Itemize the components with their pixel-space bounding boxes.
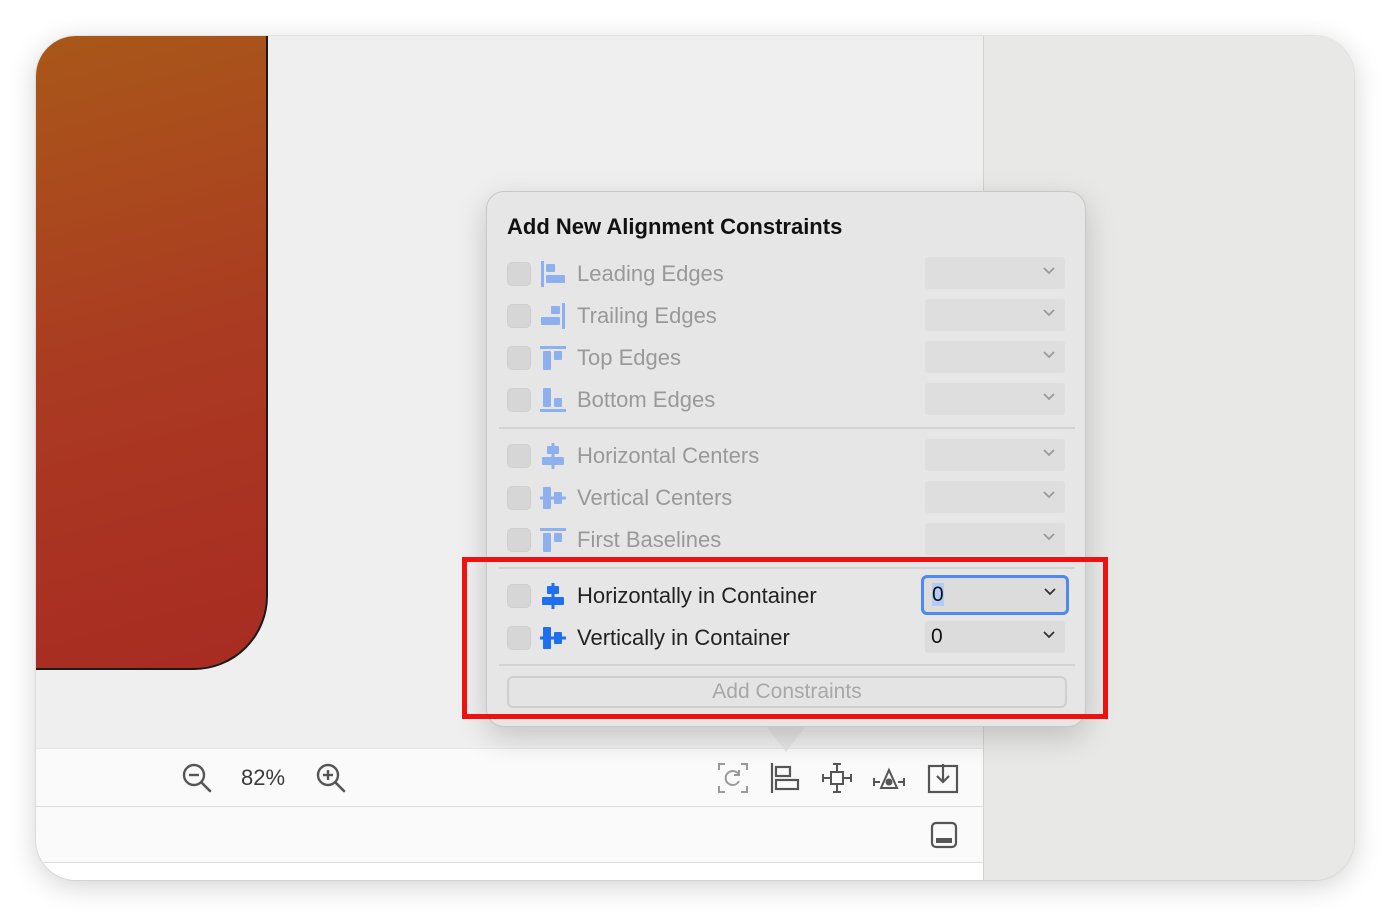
row-label: Trailing Edges [577,303,717,328]
device-preview [36,36,268,670]
canvas-bottom-bar: 82% [36,748,983,806]
row-label: First Baselines [577,527,722,552]
add-constraints-icon[interactable] [820,761,854,795]
first-baselines-select[interactable] [925,523,1065,555]
align-icon[interactable] [768,761,802,795]
embed-in-icon[interactable] [926,761,960,795]
row-vertical-centers: Vertical Centers [507,481,1065,515]
leading-edges-checkbox[interactable] [507,262,531,286]
horizontal-centers-icon [542,443,564,469]
debug-area-icon[interactable] [928,819,960,851]
highlight-box [462,557,1108,719]
vertical-centers-icon [540,487,566,509]
vertical-centers-select[interactable] [925,481,1065,513]
trailing-edges-checkbox[interactable] [507,304,531,328]
zoom-in-icon[interactable] [314,761,348,795]
horizontal-centers-checkbox[interactable] [507,444,531,468]
top-edges-select[interactable] [925,341,1065,373]
row-horizontal-centers: Horizontal Centers [507,439,1065,473]
first-baselines-checkbox[interactable] [507,528,531,552]
first-baselines-icon [540,528,566,552]
row-trailing-edges: Trailing Edges [507,299,1065,333]
leading-edges-select[interactable] [925,257,1065,289]
resolve-issues-icon[interactable] [872,761,906,795]
divider [499,427,1075,429]
row-top-edges: Top Edges [507,341,1065,375]
row-bottom-edges: Bottom Edges [507,383,1065,417]
row-label: Top Edges [577,345,681,370]
bottom-edges-checkbox[interactable] [507,388,531,412]
trailing-edges-icon [541,303,565,329]
horizontal-centers-select[interactable] [925,439,1065,471]
row-label: Leading Edges [577,261,724,286]
bottom-edges-icon [540,388,566,412]
trailing-edges-select[interactable] [925,299,1065,331]
row-label: Horizontal Centers [577,443,760,468]
popover-title: Add New Alignment Constraints [507,214,843,239]
debug-bar [36,806,983,863]
leading-edges-icon [541,261,565,287]
top-edges-checkbox[interactable] [507,346,531,370]
debug-area [36,863,983,880]
zoom-out-icon[interactable] [180,761,214,795]
update-frames-icon[interactable] [716,761,750,795]
row-label: Vertical Centers [577,485,733,510]
row-leading-edges: Leading Edges [507,257,1065,291]
row-first-baselines: First Baselines [507,523,1065,557]
bottom-edges-select[interactable] [925,383,1065,415]
zoom-level: 82% [241,765,286,790]
popover-arrow [766,726,806,752]
top-edges-icon [540,346,566,370]
vertical-centers-checkbox[interactable] [507,486,531,510]
row-label: Bottom Edges [577,387,716,412]
